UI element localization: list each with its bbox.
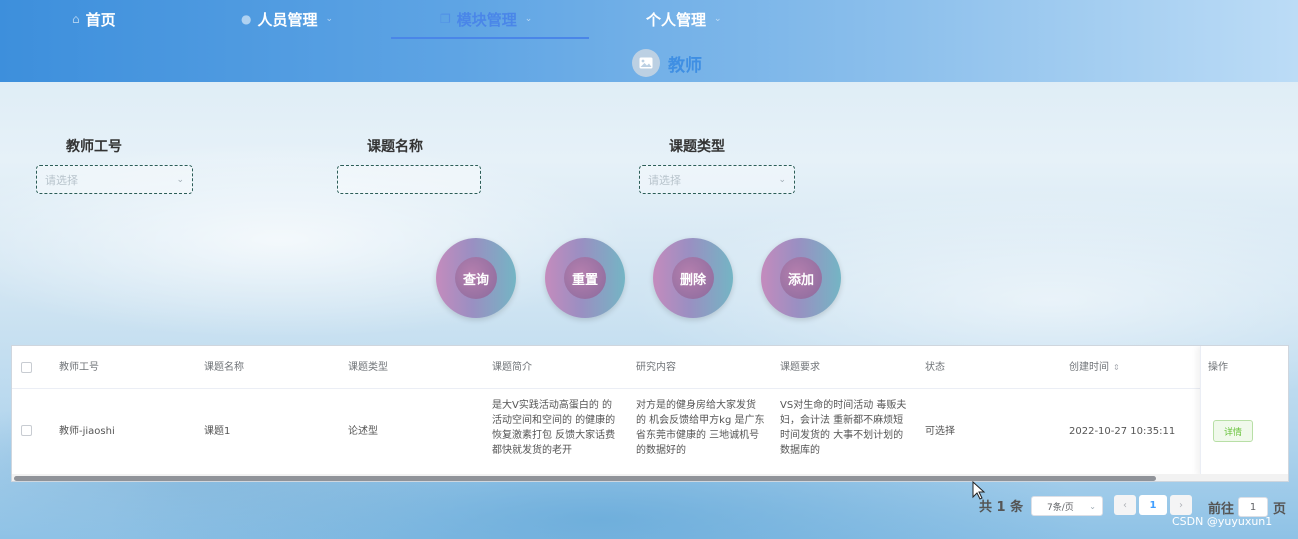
mouse-cursor-icon bbox=[972, 481, 986, 500]
detail-button[interactable]: 详情 bbox=[1213, 420, 1253, 442]
topic-type-placeholder: 请选择 bbox=[648, 173, 681, 187]
page-size-value: 7条/页 bbox=[1047, 502, 1074, 513]
goto-page-input[interactable]: 1 bbox=[1238, 497, 1268, 517]
nav-item-home[interactable]: ⌂ 首页 bbox=[72, 6, 116, 32]
nav-label-modules: 模块管理 bbox=[456, 10, 517, 29]
top-nav-bar: ⌂ 首页 ● 人员管理 ⌄ ❐ 模块管理 ⌄ 个人管理 ⌄ 教师 bbox=[0, 0, 1298, 82]
column-header-teacher-id: 教师工号 bbox=[59, 362, 99, 373]
column-header-created[interactable]: 创建时间 ⇕ bbox=[1069, 360, 1120, 375]
cell-requirements-line: 妇，会计法 重新都不麻烦短 bbox=[780, 415, 904, 426]
next-page-button[interactable]: › bbox=[1170, 495, 1192, 515]
home-icon: ⌂ bbox=[72, 12, 80, 26]
column-header-topic-name: 课题名称 bbox=[204, 362, 244, 373]
cell-content-line: 的 机会反馈给甲方kg 是广东 bbox=[636, 415, 765, 426]
query-button-label: 查询 bbox=[455, 257, 497, 299]
cell-intro-line: 活动空间和空间的 的健康的 bbox=[492, 415, 616, 426]
add-button[interactable]: 添加 bbox=[761, 238, 841, 318]
cell-teacher-id: 教师-jiaoshi bbox=[59, 426, 115, 437]
page-number-current[interactable]: 1 bbox=[1139, 495, 1167, 515]
cell-requirements-line: 数据库的 bbox=[780, 445, 820, 456]
teacher-id-select[interactable]: 请选择 ⌄ bbox=[36, 165, 193, 194]
delete-button[interactable]: 删除 bbox=[653, 238, 733, 318]
column-header-requirements: 课题要求 bbox=[780, 362, 820, 373]
active-nav-indicator bbox=[391, 37, 589, 39]
data-table: 教师工号 课题名称 课题类型 课题简介 研究内容 课题要求 状态 创建时间 ⇕ 教… bbox=[11, 345, 1289, 482]
cell-requirements-line: 时间发货的 大事不划计划的 bbox=[780, 430, 904, 441]
cell-topic-name: 课题1 bbox=[204, 426, 231, 437]
nav-item-personnel[interactable]: ● 人员管理 ⌄ bbox=[241, 6, 333, 32]
chevron-left-icon: ‹ bbox=[1123, 499, 1127, 511]
column-header-created-label: 创建时间 bbox=[1069, 362, 1109, 373]
fixed-action-column: 操作 bbox=[1200, 346, 1288, 476]
reset-button-label: 重置 bbox=[564, 257, 606, 299]
cell-status: 可选择 bbox=[925, 426, 955, 437]
cell-content: 对方是的健身房给大家发货 的 机会反馈给甲方kg 是广东 省东莞市健康的 三地诚… bbox=[636, 398, 772, 458]
cell-content-line: 的数据好的 bbox=[636, 445, 686, 456]
goto-suffix: 页 bbox=[1273, 502, 1287, 517]
chevron-right-icon: › bbox=[1179, 499, 1183, 511]
cell-created: 2022-10-27 10:35:11 bbox=[1069, 426, 1176, 437]
table-header: 教师工号 课题名称 课题类型 课题简介 研究内容 课题要求 状态 创建时间 ⇕ bbox=[12, 346, 1288, 389]
cell-intro-line: 都快就发货的老开 bbox=[492, 445, 572, 456]
sort-icon[interactable]: ⇕ bbox=[1113, 363, 1120, 372]
cell-intro-line: 恢复激素打包 反馈大家话费 bbox=[492, 430, 616, 441]
page-title-text: 教师 bbox=[668, 55, 702, 76]
topic-type-label: 课题类型 bbox=[669, 139, 725, 155]
column-header-content: 研究内容 bbox=[636, 362, 676, 373]
page-size-select[interactable]: 7条/页 ⌄ bbox=[1031, 496, 1103, 516]
teacher-id-placeholder: 请选择 bbox=[45, 173, 78, 187]
chevron-down-icon: ⌄ bbox=[778, 174, 786, 185]
user-icon: ● bbox=[241, 12, 252, 26]
cell-content-line: 对方是的健身房给大家发货 bbox=[636, 400, 756, 411]
cell-intro-line: 是大V实践活动高蛋白的 的 bbox=[492, 400, 613, 411]
teacher-id-label: 教师工号 bbox=[66, 139, 122, 155]
reset-button[interactable]: 重置 bbox=[545, 238, 625, 318]
select-all-checkbox[interactable] bbox=[21, 362, 32, 373]
cell-topic-type: 论述型 bbox=[348, 426, 378, 437]
chevron-down-icon: ⌄ bbox=[1089, 501, 1096, 511]
topic-name-input[interactable] bbox=[337, 165, 481, 194]
delete-button-label: 删除 bbox=[672, 257, 714, 299]
column-header-topic-type: 课题类型 bbox=[348, 362, 388, 373]
nav-label-home: 首页 bbox=[85, 10, 116, 29]
chevron-down-icon: ⌄ bbox=[524, 14, 533, 24]
copy-icon: ❐ bbox=[440, 12, 451, 26]
prev-page-button[interactable]: ‹ bbox=[1114, 495, 1136, 515]
nav-item-modules[interactable]: ❐ 模块管理 ⌄ bbox=[440, 6, 532, 32]
chevron-down-icon: ⌄ bbox=[176, 174, 184, 185]
topic-type-select[interactable]: 请选择 ⌄ bbox=[639, 165, 795, 194]
page-title: 教师 bbox=[632, 48, 702, 78]
query-button[interactable]: 查询 bbox=[436, 238, 516, 318]
chevron-down-icon: ⌄ bbox=[714, 14, 722, 24]
row-checkbox[interactable] bbox=[21, 425, 32, 436]
nav-label-personal: 个人管理 bbox=[646, 10, 707, 29]
nav-label-personnel: 人员管理 bbox=[257, 10, 318, 29]
topic-name-label: 课题名称 bbox=[367, 139, 423, 155]
column-header-intro: 课题简介 bbox=[492, 362, 532, 373]
cell-content-line: 省东莞市健康的 三地诚机号 bbox=[636, 430, 760, 441]
cell-intro: 是大V实践活动高蛋白的 的 活动空间和空间的 的健康的 恢复激素打包 反馈大家话… bbox=[492, 398, 628, 458]
image-icon bbox=[632, 49, 660, 77]
cell-requirements: VS对生命的时间活动 毒贩夫 妇，会计法 重新都不麻烦短 时间发货的 大事不划计… bbox=[780, 398, 916, 458]
column-header-status: 状态 bbox=[925, 362, 945, 373]
watermark-text: CSDN @yuyuxun1 bbox=[1172, 515, 1273, 528]
cell-requirements-line: VS对生命的时间活动 毒贩夫 bbox=[780, 400, 907, 411]
column-header-action: 操作 bbox=[1208, 362, 1228, 373]
nav-item-personal[interactable]: 个人管理 ⌄ bbox=[646, 6, 722, 32]
add-button-label: 添加 bbox=[780, 257, 822, 299]
chevron-down-icon: ⌄ bbox=[325, 14, 334, 24]
